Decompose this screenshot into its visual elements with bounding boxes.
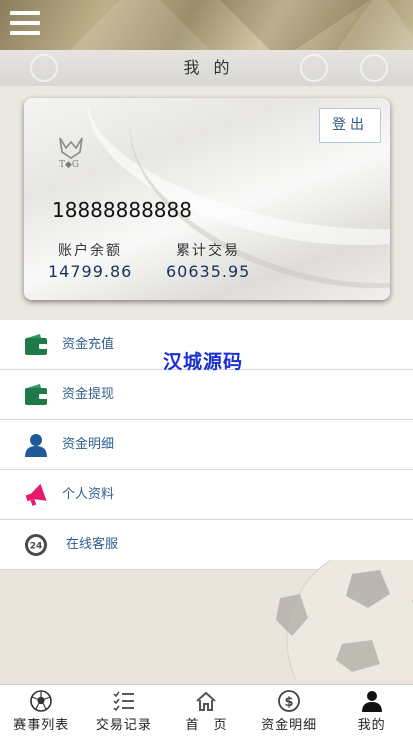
soccer-ball-icon: [30, 690, 53, 712]
wallet-icon: [25, 384, 47, 405]
nav-label: 首 页: [185, 718, 228, 733]
menu-item-withdraw[interactable]: 资金提现: [0, 370, 413, 420]
checklist-icon: [113, 691, 134, 712]
soccer-ball-decoration: [276, 560, 413, 680]
menu-item-fund-details[interactable]: 资金明细: [0, 420, 413, 470]
user-icon: [25, 434, 47, 457]
nav-item-trade-records[interactable]: 交易记录: [83, 685, 166, 736]
nav-label: 我的: [357, 718, 386, 733]
nav-label: 赛事列表: [13, 718, 70, 733]
menu-item-label: 在线客服: [66, 537, 119, 552]
tg-logo-icon: T◆G: [59, 137, 83, 170]
title-bar: 我的: [0, 50, 413, 86]
menu-item-label: 个人资料: [62, 487, 115, 502]
home-icon: [196, 691, 217, 711]
nav-item-match-list[interactable]: 赛事列表: [0, 685, 83, 736]
svg-text:24: 24: [30, 542, 43, 552]
watermark-text: 汉城源码: [163, 351, 244, 373]
megaphone-icon: [25, 483, 47, 506]
nav-item-fund-details[interactable]: $ 资金明细: [248, 685, 331, 736]
menu-item-label: 资金提现: [62, 387, 115, 402]
menu-item-profile[interactable]: 个人资料: [0, 470, 413, 520]
svg-text:T◆G: T◆G: [59, 160, 79, 170]
total-trade-label: 累计交易: [176, 243, 240, 259]
account-phone: 18888888888: [52, 198, 192, 222]
balance-label: 账户余额: [58, 243, 122, 259]
svg-text:$: $: [285, 695, 294, 710]
menu-item-label: 资金充值: [62, 337, 115, 352]
dollar-circle-icon: $: [278, 690, 300, 712]
menu-item-label: 资金明细: [62, 437, 115, 452]
nav-label: 资金明细: [261, 718, 318, 733]
total-trade-value: 60635.95: [166, 262, 251, 281]
person-icon: [361, 691, 382, 712]
page-title: 我的: [183, 58, 244, 77]
nav-item-mine[interactable]: 我的: [330, 685, 413, 736]
wallet-icon: [25, 334, 47, 355]
nav-item-home[interactable]: 首 页: [165, 685, 248, 736]
top-banner: [0, 0, 413, 50]
hamburger-icon[interactable]: [10, 11, 40, 37]
account-card: 登出 T◆G 18888888888 账户余额 14799.86 累计交易 60…: [24, 98, 390, 300]
bottom-nav: 赛事列表 交易记录 首 页 $ 资金明细 我的: [0, 684, 413, 736]
24h-clock-icon: 24: [25, 534, 47, 556]
account-card-area: 登出 T◆G 18888888888 账户余额 14799.86 累计交易 60…: [0, 86, 413, 320]
nav-label: 交易记录: [95, 718, 152, 733]
logout-button[interactable]: 登出: [319, 108, 381, 143]
balance-value: 14799.86: [48, 262, 133, 281]
